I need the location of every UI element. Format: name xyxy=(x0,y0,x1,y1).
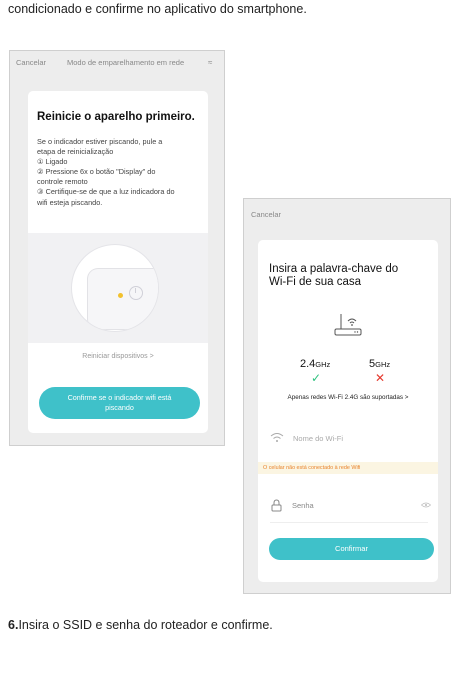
instruction-line: controle remoto xyxy=(37,177,88,187)
pairing-mode-label[interactable]: Modo de emparelhamento em rede xyxy=(67,58,184,67)
instruction-line: wifi esteja piscando. xyxy=(37,197,103,207)
phone-screen-restart: Cancelar Modo de emparelhamento em rede … xyxy=(9,50,225,446)
device-illustration xyxy=(28,233,208,343)
top-bar: Cancelar Modo de emparelhamento em rede … xyxy=(10,58,224,72)
cancel-button[interactable]: Cancelar xyxy=(251,210,281,219)
power-button-icon xyxy=(129,286,143,300)
title-line-2: Wi-Fi de sua casa xyxy=(269,276,362,288)
confirm-line-2: piscando xyxy=(105,403,134,412)
phone-screen-wifi: Cancelar Insira a palavra-chave do Wi-Fi… xyxy=(243,198,451,594)
card-title: Insira a palavra-chave do Wi-Fi de sua c… xyxy=(269,263,398,289)
password-input[interactable]: Senha xyxy=(292,501,314,510)
instructions: Se o indicador estiver piscando, pule a … xyxy=(37,137,205,208)
instruction-line: Se o indicador estiver piscando, pule a xyxy=(37,137,163,146)
card-title: Reinicie o aparelho primeiro. xyxy=(37,111,195,123)
device-panel xyxy=(88,269,158,329)
cancel-button[interactable]: Cancelar xyxy=(16,58,46,67)
check-icon: ✓ xyxy=(311,371,322,385)
restart-devices-link[interactable]: Reiniciar dispositivos > xyxy=(28,353,208,360)
wifi-card: Insira a palavra-chave do Wi-Fi de sua c… xyxy=(258,240,438,582)
restart-card: Reinicie o aparelho primeiro. Se o indic… xyxy=(28,91,208,433)
confirm-blinking-button[interactable]: Confirme se o indicador wifi está piscan… xyxy=(39,387,200,419)
top-caption: condicionado e confirme no aplicativo do… xyxy=(8,2,307,16)
band-24ghz: 2.4GHz xyxy=(300,358,331,370)
support-note-link[interactable]: Apenas redes Wi-Fi 2.4G são suportadas > xyxy=(258,394,438,401)
instruction-line: etapa de reinicialização xyxy=(37,147,114,157)
cross-icon: ✕ xyxy=(375,371,386,385)
step-instruction: 6.Insira o SSID e senha do roteador e co… xyxy=(8,618,273,632)
instruction-line: ③ Certifique-se de que a luz indicadora … xyxy=(37,187,175,197)
confirm-line-1: Confirme se o indicador wifi está xyxy=(67,393,172,402)
password-underline xyxy=(270,522,428,523)
title-line-1: Insira a palavra-chave do xyxy=(269,263,399,275)
eye-icon[interactable] xyxy=(421,502,431,508)
router-icon xyxy=(334,314,362,336)
wifi-icon xyxy=(270,433,284,442)
instruction-line: ② Pressione 6x o botão "Display" do xyxy=(37,167,156,177)
not-connected-warning: O celular não está conectado à rede Wifi xyxy=(258,462,438,474)
band-5ghz: 5GHz xyxy=(369,358,391,370)
step-number: 6. xyxy=(8,618,19,632)
pairing-mode-icon[interactable]: ≈ xyxy=(208,58,212,67)
zoom-circle xyxy=(72,245,158,331)
lock-icon xyxy=(271,499,282,512)
confirm-button[interactable]: Confirmar xyxy=(269,538,434,560)
step-text: Insira o SSID e senha do roteador e conf… xyxy=(18,618,273,632)
indicator-led-icon xyxy=(118,293,123,298)
instruction-line: ① Ligado xyxy=(37,157,68,167)
wifi-name-input[interactable]: Nome do Wi-Fi xyxy=(293,434,343,443)
